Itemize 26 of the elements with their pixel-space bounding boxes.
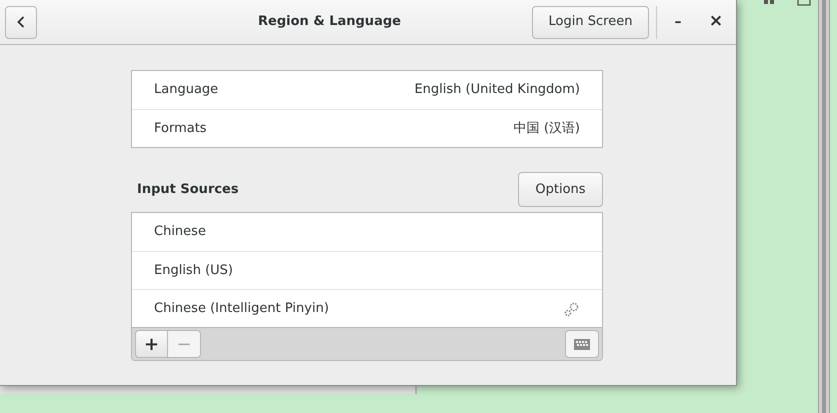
keyboard-icon	[574, 338, 590, 350]
window-title: Region & Language	[258, 13, 401, 32]
back-button[interactable]	[5, 6, 37, 38]
setting-value: 中国 (汉语)	[514, 120, 580, 138]
input-source-name: Chinese	[154, 223, 206, 242]
scrollbar[interactable]	[818, 0, 830, 413]
grid-icon[interactable]	[763, 0, 775, 5]
minimize-button[interactable]: –	[663, 8, 693, 36]
setting-label: Formats	[154, 120, 207, 138]
setting-label: Language	[154, 81, 218, 100]
input-source-name: Chinese (Intelligent Pinyin)	[154, 300, 329, 318]
settings-row[interactable]: Formats 中国 (汉语)	[132, 109, 602, 147]
login-screen-button[interactable]: Login Screen	[532, 6, 649, 38]
input-source-name: English (US)	[154, 262, 233, 280]
setting-value: English (United Kingdom)	[414, 81, 580, 100]
settings-row[interactable]: Language English (United Kingdom)	[132, 71, 602, 109]
gears-icon[interactable]	[564, 300, 580, 316]
options-button[interactable]: Options	[518, 172, 603, 207]
section-heading: Input Sources	[137, 180, 239, 199]
close-button[interactable]: ×	[701, 8, 731, 36]
back-icon	[17, 16, 25, 28]
keyboard-button[interactable]	[565, 330, 599, 358]
window-icon[interactable]	[797, 0, 811, 6]
add-button[interactable]: +	[135, 330, 168, 358]
input-source-row[interactable]: English (US)	[132, 251, 602, 289]
input-source-row[interactable]: Chinese	[132, 213, 602, 251]
